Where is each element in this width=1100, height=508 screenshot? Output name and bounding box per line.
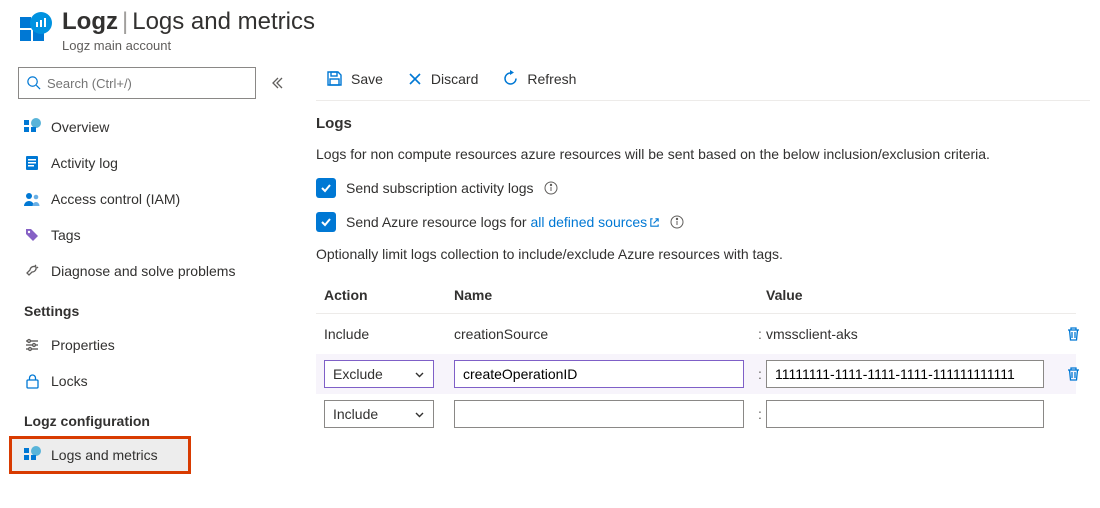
logs-description: Logs for non compute resources azure res…	[316, 146, 1090, 162]
overview-icon	[23, 118, 41, 136]
discard-icon	[407, 71, 423, 87]
page-title: Logz|Logs and metrics	[62, 8, 315, 36]
select-value: Exclude	[333, 366, 383, 382]
refresh-icon	[502, 70, 519, 87]
nav-label: Activity log	[51, 155, 118, 171]
table-row: Include creationSource : vmssclient-aks	[316, 314, 1076, 354]
nav-label: Overview	[51, 119, 109, 135]
sidebar-item-overview[interactable]: Overview	[14, 109, 302, 145]
checkbox-label: Send Azure resource logs for all defined…	[346, 214, 660, 230]
sidebar-item-diagnose[interactable]: Diagnose and solve problems	[14, 253, 302, 289]
sidebar-item-locks[interactable]: Locks	[14, 363, 302, 399]
tag-value-input[interactable]	[766, 400, 1044, 428]
tag-value-input[interactable]	[766, 360, 1044, 388]
collapse-sidebar-button[interactable]	[266, 72, 288, 94]
brand-name: Logz	[62, 8, 118, 35]
table-row: Exclude :	[316, 354, 1076, 394]
table-header: Action Name Value	[316, 276, 1076, 314]
col-header-action: Action	[324, 287, 454, 303]
button-label: Refresh	[527, 71, 576, 87]
tag-rules-table: Action Name Value Include creationSource…	[316, 276, 1076, 434]
nav-label: Locks	[51, 373, 88, 389]
select-value: Include	[333, 406, 378, 422]
checkbox-label-prefix: Send Azure resource logs for	[346, 214, 530, 230]
nav-label: Diagnose and solve problems	[51, 263, 235, 279]
refresh-button[interactable]: Refresh	[492, 64, 586, 93]
action-select[interactable]: Include	[324, 400, 434, 428]
save-icon	[326, 70, 343, 87]
table-row: Include :	[316, 394, 1076, 434]
sidebar-heading-settings: Settings	[14, 295, 302, 325]
info-icon[interactable]	[670, 215, 684, 229]
tags-note: Optionally limit logs collection to incl…	[316, 246, 1090, 262]
sidebar-item-logs-metrics[interactable]: Logs and metrics	[10, 437, 190, 473]
sidebar-item-access-control[interactable]: Access control (IAM)	[14, 181, 302, 217]
cell-name: creationSource	[454, 326, 754, 342]
col-header-name: Name	[454, 287, 754, 303]
chevron-down-icon	[414, 409, 425, 420]
sidebar-heading-logz: Logz configuration	[14, 405, 302, 435]
nav-label: Tags	[51, 227, 81, 243]
action-select[interactable]: Exclude	[324, 360, 434, 388]
discard-button[interactable]: Discard	[397, 65, 488, 93]
checkbox-label: Send subscription activity logs	[346, 180, 534, 196]
sidebar: Overview Activity log Access control (IA…	[0, 57, 302, 479]
diagnose-icon	[23, 262, 41, 280]
checkbox-subscription-logs[interactable]	[316, 178, 336, 198]
checkbox-resource-logs[interactable]	[316, 212, 336, 232]
page-subtitle: Logz main account	[62, 38, 315, 53]
tags-icon	[23, 226, 41, 244]
delete-row-button[interactable]	[1056, 326, 1090, 342]
cell-action: Include	[324, 326, 454, 342]
properties-icon	[23, 336, 41, 354]
locks-icon	[23, 372, 41, 390]
logs-metrics-icon	[23, 446, 41, 464]
blade-title: Logs and metrics	[132, 8, 315, 35]
sidebar-item-tags[interactable]: Tags	[14, 217, 302, 253]
sidebar-search[interactable]	[18, 67, 256, 99]
activity-log-icon	[23, 154, 41, 172]
checkbox-subscription-logs-row: Send subscription activity logs	[316, 178, 1090, 198]
page-header: Logz|Logs and metrics Logz main account	[0, 0, 1100, 57]
checkbox-resource-logs-row: Send Azure resource logs for all defined…	[316, 212, 1090, 232]
command-bar: Save Discard Refresh	[316, 57, 1090, 101]
button-label: Save	[351, 71, 383, 87]
nav-label: Logs and metrics	[51, 447, 158, 463]
nav-label: Access control (IAM)	[51, 191, 180, 207]
iam-icon	[23, 190, 41, 208]
tag-name-input[interactable]	[454, 360, 744, 388]
col-header-value: Value	[766, 287, 1056, 303]
nav-label: Properties	[51, 337, 115, 353]
sidebar-item-activity-log[interactable]: Activity log	[14, 145, 302, 181]
content-pane: Save Discard Refresh Logs Logs for non c…	[302, 57, 1100, 434]
sidebar-item-properties[interactable]: Properties	[14, 327, 302, 363]
cell-value: vmssclient-aks	[766, 326, 1056, 342]
logs-section-title: Logs	[316, 115, 1090, 132]
external-link-icon	[649, 217, 660, 228]
defined-sources-link[interactable]: all defined sources	[530, 214, 660, 230]
button-label: Discard	[431, 71, 478, 87]
delete-row-button[interactable]	[1056, 366, 1090, 382]
tag-name-input[interactable]	[454, 400, 744, 428]
logz-app-icon	[18, 12, 52, 46]
save-button[interactable]: Save	[316, 64, 393, 93]
chevron-down-icon	[414, 369, 425, 380]
info-icon[interactable]	[544, 181, 558, 195]
search-icon	[26, 75, 41, 90]
search-input[interactable]	[18, 67, 256, 99]
